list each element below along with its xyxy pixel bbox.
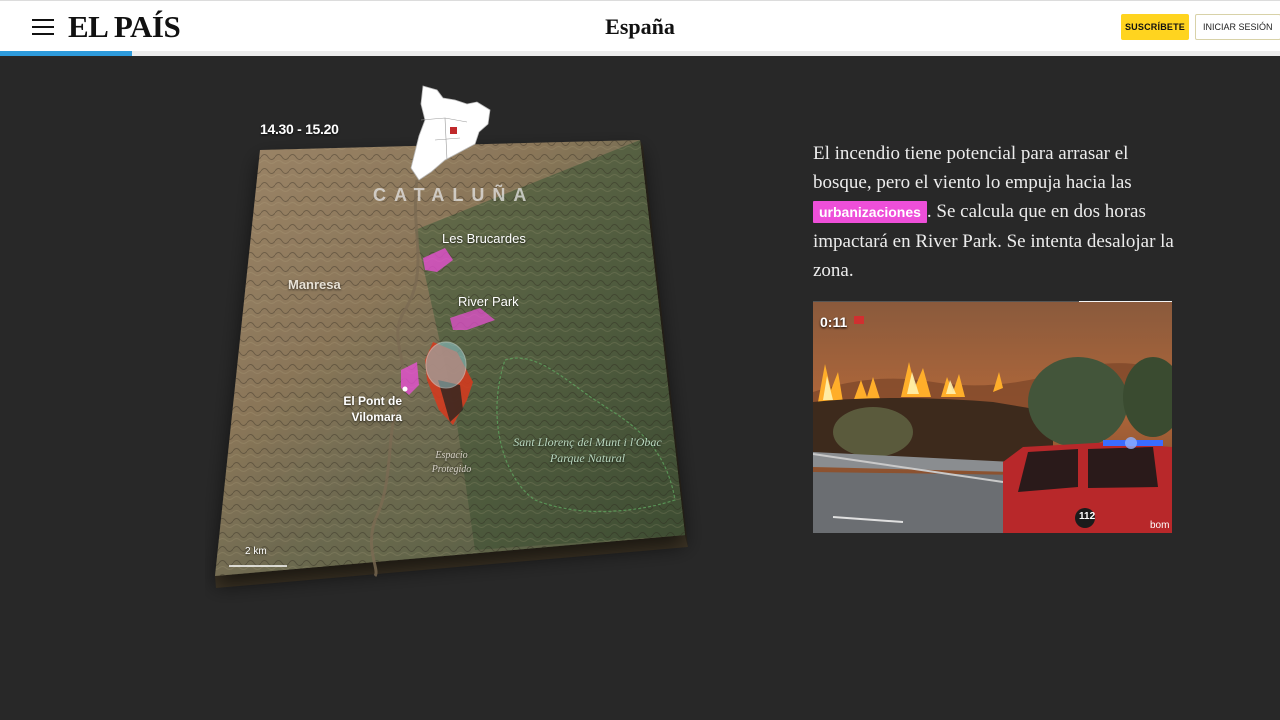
fire-risk-zone bbox=[425, 341, 467, 389]
label-protected-area: Espacio Protegido bbox=[431, 450, 472, 475]
video-frame bbox=[813, 302, 1172, 533]
label-les-brucardes: Les Brucardes bbox=[442, 231, 526, 246]
section-link[interactable]: España bbox=[605, 14, 675, 39]
video-timestamp: 0:11 bbox=[820, 314, 848, 330]
live-indicator-icon bbox=[854, 316, 864, 324]
reading-progress-track bbox=[0, 51, 1280, 56]
story-text: El incendio tiene potencial para arrasar… bbox=[813, 139, 1183, 285]
label-river-park: River Park bbox=[458, 294, 519, 309]
reading-progress-bar bbox=[0, 51, 132, 56]
subscribe-button[interactable]: SUSCRÍBETE bbox=[1121, 14, 1189, 40]
vehicle-number: 112 bbox=[1079, 511, 1096, 522]
location-marker bbox=[450, 127, 457, 134]
story-text-start: El incendio tiene potencial para arrasar… bbox=[813, 143, 1132, 193]
time-range-label: 14.30 - 15.20 bbox=[260, 121, 339, 137]
site-logo[interactable]: EL PAÍS bbox=[68, 9, 181, 45]
terrain-map-graphic bbox=[215, 85, 688, 588]
el-pont-marker bbox=[402, 386, 408, 392]
label-el-pont: El Pont de Vilomara bbox=[343, 394, 402, 424]
site-header: EL PAÍS España SUSCRÍBETE INICIAR SESIÓN bbox=[0, 0, 1280, 53]
label-park: Sant Llorenç del Munt i l'Obac Parque Na… bbox=[513, 435, 662, 465]
fire-video[interactable]: 0:11 112 bom bbox=[813, 302, 1172, 533]
vehicle-text: bom bbox=[1150, 520, 1170, 531]
scale-label: 2 km bbox=[245, 546, 267, 557]
login-button[interactable]: INICIAR SESIÓN bbox=[1195, 14, 1280, 40]
region-label: CATALUÑA bbox=[373, 185, 535, 205]
label-manresa: Manresa bbox=[288, 277, 341, 292]
fire-map: 14.30 - 15.20 CATALUÑA Les Brucardes Man… bbox=[205, 80, 705, 620]
urbanizaciones-highlight: urbanizaciones bbox=[813, 201, 927, 223]
hamburger-menu-icon[interactable] bbox=[32, 18, 56, 36]
section-title: España bbox=[0, 14, 1280, 40]
